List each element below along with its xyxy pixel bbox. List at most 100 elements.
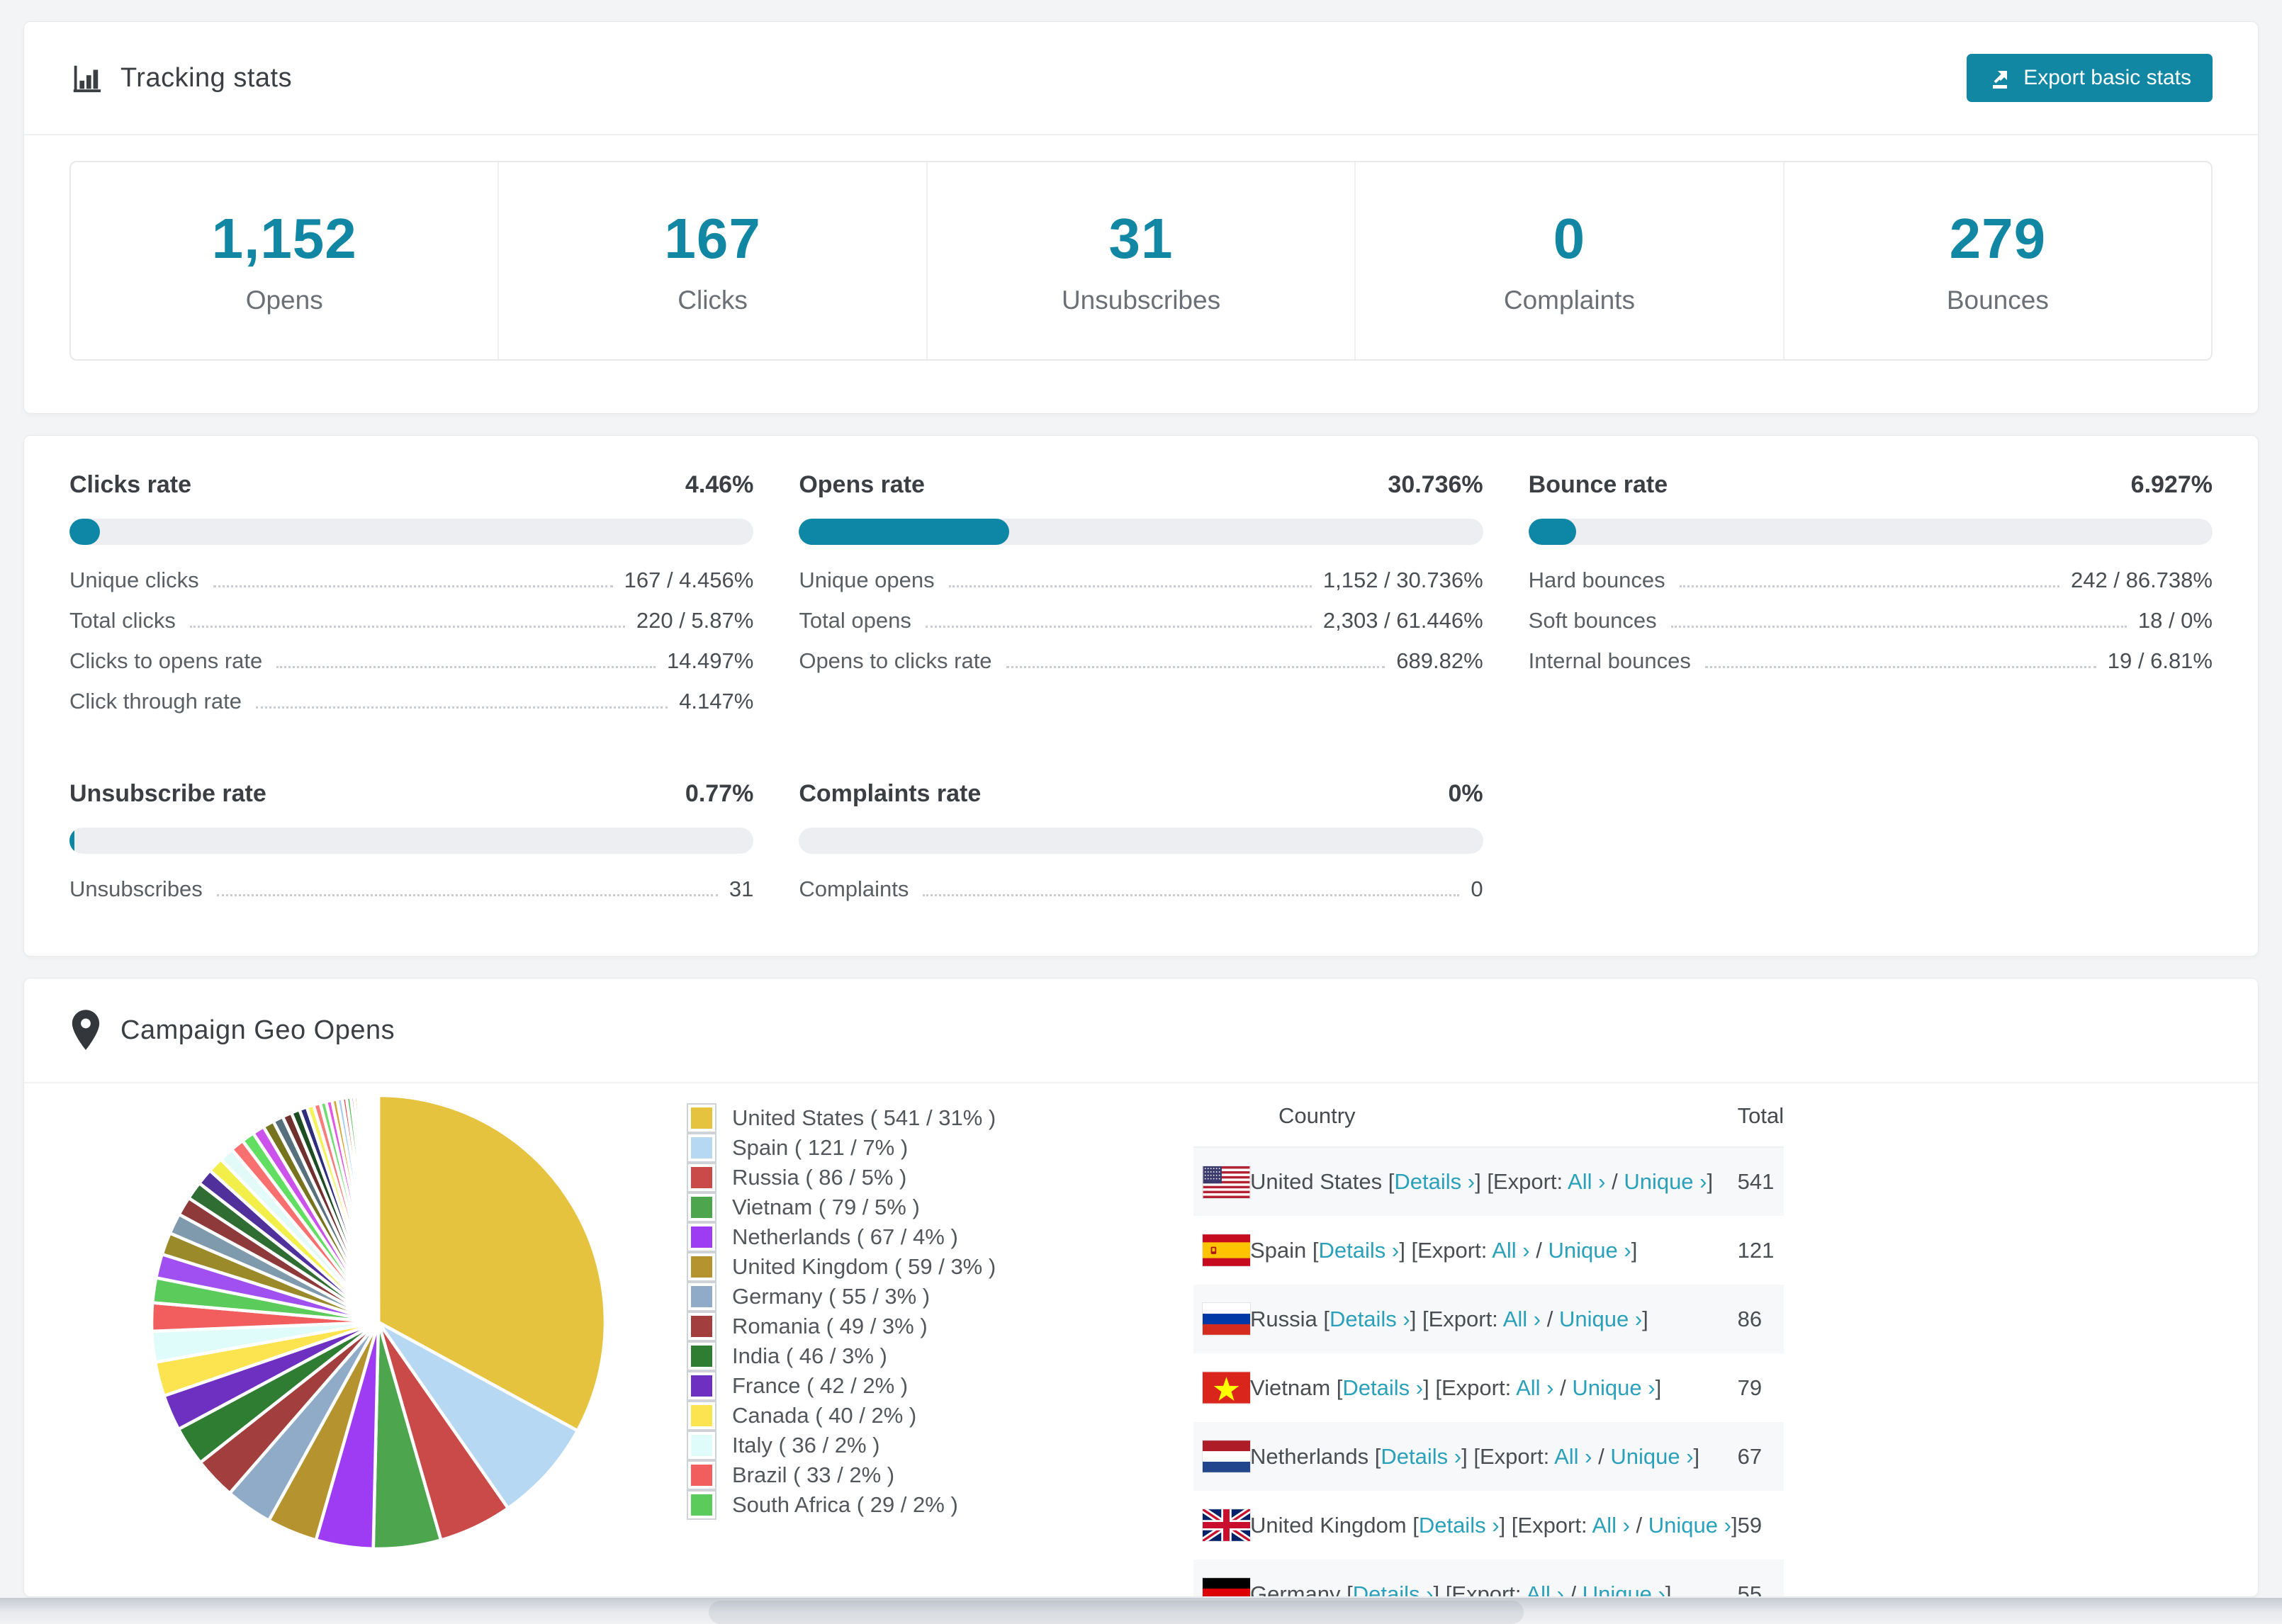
- dotted-leader: [255, 706, 668, 709]
- summary-card-unsubscribes: 31 Unsubscribes: [926, 162, 1354, 359]
- export-basic-stats-button[interactable]: Export basic stats: [1967, 54, 2213, 102]
- rate-value: 30.736%: [1388, 471, 1483, 498]
- legend-item-nl: Netherlands ( 67 / 4% ): [687, 1222, 996, 1252]
- stat-row: Unique opens 1,152 / 30.736%: [799, 568, 1483, 592]
- dotted-leader: [1006, 666, 1386, 668]
- geo-header: Campaign Geo Opens: [24, 979, 2258, 1082]
- country-total: 79: [1737, 1375, 1763, 1400]
- stat-row: Unique clicks 167 / 4.456%: [69, 568, 754, 592]
- country-flag-vn: [1193, 1353, 1251, 1422]
- export-unique-link[interactable]: Unique ›: [1572, 1375, 1655, 1400]
- export-all-link[interactable]: All ›: [1516, 1375, 1553, 1400]
- legend-swatch: [687, 1282, 716, 1312]
- legend-label: South Africa ( 29 / 2% ): [732, 1492, 958, 1517]
- legend-label: Netherlands ( 67 / 4% ): [732, 1224, 958, 1249]
- legend-item-ro: Romania ( 49 / 3% ): [687, 1312, 996, 1341]
- legend-item-ca: Canada ( 40 / 2% ): [687, 1401, 996, 1431]
- details-link[interactable]: Details ›: [1319, 1238, 1400, 1263]
- rate-value: 0%: [1448, 780, 1483, 807]
- column-header-total: Total: [1737, 1085, 1784, 1148]
- tracking-stats-card: Tracking stats Export basic stats 1,152 O…: [23, 21, 2259, 414]
- details-link[interactable]: Details ›: [1419, 1513, 1500, 1538]
- export-all-link[interactable]: All ›: [1492, 1238, 1529, 1263]
- country-total: 59: [1737, 1512, 1763, 1538]
- legend-label: Russia ( 86 / 5% ): [732, 1165, 907, 1190]
- legend-swatch: [687, 1252, 716, 1282]
- summary-card-bounces: 279 Bounces: [1782, 162, 2211, 359]
- summary-value: 1,152: [211, 207, 357, 270]
- geo-header-divider: [24, 1082, 2258, 1083]
- export-unique-link[interactable]: Unique ›: [1648, 1513, 1731, 1538]
- legend-label: France ( 42 / 2% ): [732, 1373, 909, 1398]
- export-unique-link[interactable]: Unique ›: [1559, 1307, 1642, 1331]
- country-name: Germany: [1250, 1581, 1341, 1597]
- rate-panel-complaints-rate: Complaints rate 0% Complaints 0: [799, 773, 1483, 917]
- stat-row: Internal bounces 19 / 6.81%: [1528, 648, 2213, 673]
- export-icon: [1988, 66, 2012, 90]
- country-flag-ru: [1193, 1285, 1251, 1353]
- export-unique-link[interactable]: Unique ›: [1624, 1169, 1707, 1194]
- progress-bar: [69, 519, 754, 545]
- legend-label: United States ( 541 / 31% ): [732, 1105, 996, 1130]
- country-name: United States: [1250, 1169, 1383, 1194]
- legend-item-in: India ( 46 / 3% ): [687, 1341, 996, 1371]
- rate-title: Bounce rate: [1528, 471, 1668, 498]
- export-all-link[interactable]: All ›: [1568, 1169, 1605, 1194]
- rate-value: 0.77%: [685, 780, 754, 807]
- summary-stats-row: 1,152 Opens 167 Clicks 31 Unsubscribes 0 Compla…: [69, 161, 2213, 361]
- rate-panel-bounce-rate: Bounce rate 6.927% Hard bounces 242 / 86.73…: [1528, 464, 2213, 729]
- table-row-es: Spain [Details ›] [Export: All › / Uniqu…: [1193, 1216, 1784, 1285]
- summary-value: 167: [664, 207, 761, 270]
- geo-country-table: Country Total United States [Details ›] …: [1193, 1085, 1784, 1597]
- dotted-leader: [948, 585, 1312, 587]
- legend-swatch: [687, 1192, 716, 1222]
- summary-label: Unsubscribes: [1061, 286, 1221, 315]
- country-name: United Kingdom: [1250, 1512, 1407, 1538]
- bottom-scrollbar-thumb[interactable]: [709, 1601, 1524, 1624]
- summary-value: 279: [1949, 207, 2047, 270]
- progress-bar-fill: [69, 828, 75, 854]
- export-all-link[interactable]: All ›: [1503, 1307, 1541, 1331]
- campaign-geo-opens-card: Campaign Geo Opens United States ( 541 /…: [23, 978, 2259, 1597]
- summary-label: Clicks: [678, 286, 748, 315]
- legend-label: Romania ( 49 / 3% ): [732, 1314, 928, 1338]
- details-link[interactable]: Details ›: [1381, 1444, 1461, 1469]
- details-link[interactable]: Details ›: [1330, 1307, 1410, 1331]
- legend-item-gb: United Kingdom ( 59 / 3% ): [687, 1252, 996, 1282]
- rate-panel-clicks-rate: Clicks rate 4.46% Unique clicks 167 / 4.456…: [69, 464, 754, 729]
- export-unique-link[interactable]: Unique ›: [1583, 1581, 1665, 1597]
- stat-row: Opens to clicks rate 689.82%: [799, 648, 1483, 673]
- country-flag-gb: [1193, 1491, 1251, 1560]
- details-link[interactable]: Details ›: [1394, 1169, 1475, 1194]
- country-total: 55: [1737, 1581, 1763, 1597]
- table-header-row: Country Total: [1193, 1085, 1784, 1148]
- summary-value: 31: [1108, 207, 1174, 270]
- progress-bar: [799, 828, 1483, 854]
- details-link[interactable]: Details ›: [1342, 1375, 1423, 1400]
- export-unique-link[interactable]: Unique ›: [1610, 1444, 1693, 1469]
- export-all-link[interactable]: All ›: [1592, 1513, 1630, 1538]
- table-row-ru: Russia [Details ›] [Export: All › / Uniq…: [1193, 1285, 1784, 1353]
- export-all-link[interactable]: All ›: [1526, 1581, 1563, 1597]
- details-link[interactable]: Details ›: [1353, 1581, 1434, 1597]
- legend-label: United Kingdom ( 59 / 3% ): [732, 1254, 996, 1279]
- stat-row: Click through rate 4.147%: [69, 689, 754, 714]
- export-all-link[interactable]: All ›: [1554, 1444, 1592, 1469]
- rates-grid: Clicks rate 4.46% Unique clicks 167 / 4.456…: [69, 464, 2213, 917]
- dotted-leader: [276, 666, 656, 668]
- country-name: Russia: [1250, 1306, 1317, 1331]
- table-row-de: Germany [Details ›] [Export: All › / Uni…: [1193, 1560, 1784, 1597]
- export-unique-link[interactable]: Unique ›: [1548, 1238, 1631, 1263]
- rate-title: Clicks rate: [69, 471, 191, 498]
- progress-bar: [1528, 519, 2213, 545]
- tracking-stats-header: Tracking stats Export basic stats: [24, 22, 2258, 134]
- legend-label: Italy ( 36 / 2% ): [732, 1433, 880, 1457]
- progress-bar-fill: [69, 519, 101, 545]
- stat-row: Complaints 0: [799, 876, 1483, 901]
- legend-item-za: South Africa ( 29 / 2% ): [687, 1490, 996, 1520]
- dotted-leader: [923, 894, 1460, 896]
- legend-item-es: Spain ( 121 / 7% ): [687, 1133, 996, 1163]
- legend-swatch: [687, 1163, 716, 1192]
- progress-bar: [69, 828, 754, 854]
- legend-swatch: [687, 1133, 716, 1163]
